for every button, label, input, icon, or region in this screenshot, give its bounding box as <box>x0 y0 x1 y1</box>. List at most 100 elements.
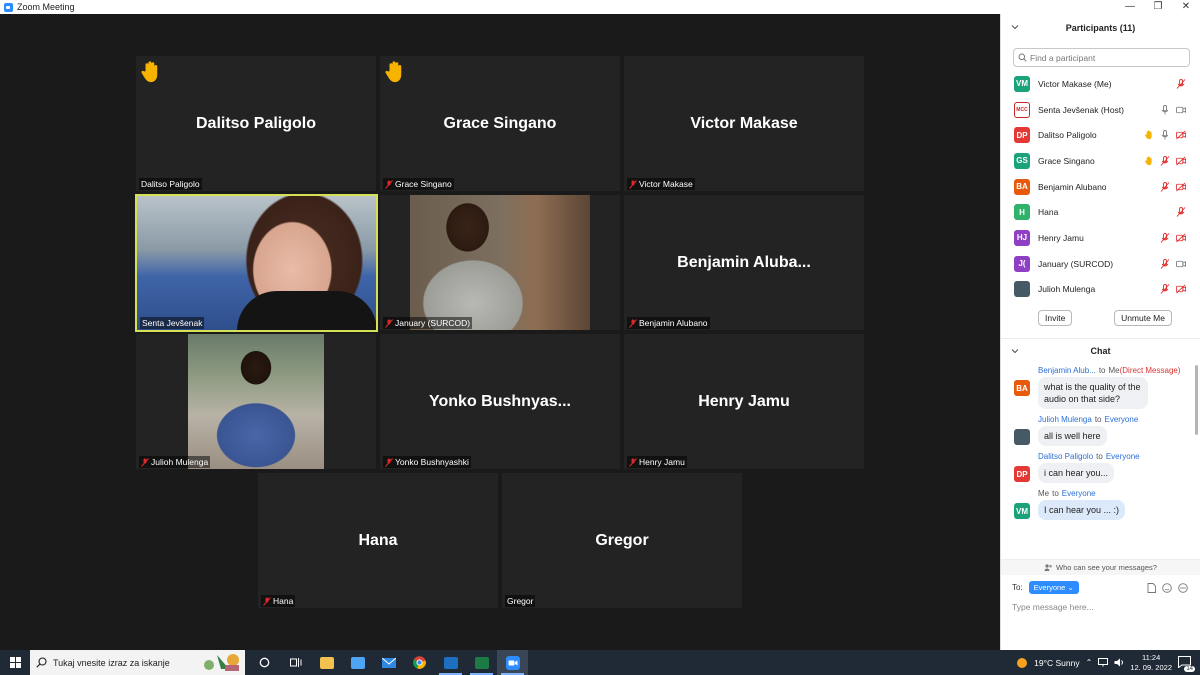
participant-name: Yonko Bushnyas... <box>429 392 571 410</box>
message-bubble[interactable]: all is well here <box>1038 426 1107 447</box>
participant-row[interactable]: DP Dalitso Paligolo <box>1001 122 1200 148</box>
camera-off-icon[interactable] <box>1176 156 1186 166</box>
video-tile[interactable]: Victor Makase Victor Makase <box>624 56 864 191</box>
recipient-dropdown[interactable]: Everyone ⌄ <box>1028 581 1079 595</box>
sender-name[interactable]: Julioh Mulenga <box>1038 415 1092 424</box>
video-tile[interactable]: Henry Jamu Henry Jamu <box>624 334 864 469</box>
chevron-down-icon[interactable] <box>1011 23 1019 31</box>
video-tile[interactable]: Hana Hana <box>258 473 498 608</box>
tray-chevron-up-icon[interactable]: ⌃ <box>1086 658 1093 667</box>
emoji-icon[interactable] <box>1162 582 1172 593</box>
taskbar-apps <box>249 650 528 675</box>
avatar: VM <box>1014 75 1030 92</box>
avatar: J( <box>1014 255 1030 272</box>
tile-label: January (SURCOD) <box>383 317 473 329</box>
participant-row[interactable]: BA Benjamin Alubano <box>1001 174 1200 200</box>
camera-off-icon[interactable] <box>1176 182 1186 192</box>
chrome-button[interactable] <box>404 650 435 675</box>
video-tile[interactable]: Benjamin Aluba... Benjamin Alubano <box>624 195 864 330</box>
muted-mic-icon[interactable] <box>1160 284 1170 295</box>
video-tile[interactable]: Julioh Mulenga <box>136 334 376 469</box>
participant-name: Julioh Mulenga <box>1038 284 1096 295</box>
participant-row[interactable]: GS Grace Singano <box>1001 148 1200 174</box>
clock[interactable]: 11:24 12. 09. 2022 <box>1130 653 1172 673</box>
store-button[interactable] <box>342 650 373 675</box>
sender-name[interactable]: Benjamin Alub... <box>1038 366 1096 375</box>
video-tile[interactable]: Dalitso Paligolo Dalitso Paligolo <box>136 56 376 191</box>
participant-row[interactable]: H Hana <box>1001 199 1200 225</box>
camera-off-icon[interactable] <box>1176 284 1186 294</box>
side-panel: Participants (11) Find a participant VM V… <box>1000 14 1200 650</box>
muted-mic-icon[interactable] <box>1176 78 1186 89</box>
outlook-button[interactable] <box>435 650 466 675</box>
file-explorer-button[interactable] <box>311 650 342 675</box>
participant-row[interactable]: HJ Henry Jamu <box>1001 225 1200 251</box>
chat-message: Julioh Mulenga to Everyone all is well here <box>1001 415 1200 447</box>
chat-message: Dalitso Paligolo to Everyone DP i can hear y… <box>1001 452 1200 484</box>
sender-name[interactable]: Dalitso Paligolo <box>1038 452 1093 461</box>
participant-row[interactable]: VM Victor Makase (Me) <box>1001 71 1200 97</box>
close-button[interactable]: ✕ <box>1172 0 1200 14</box>
sun-weather-icon <box>1017 657 1028 668</box>
participant-video <box>137 196 376 330</box>
file-icon[interactable] <box>1147 582 1156 593</box>
avatar: DP <box>1014 127 1030 144</box>
message-bubble[interactable]: i can hear you... <box>1038 463 1115 484</box>
participant-name: Henry Jamu <box>698 392 790 410</box>
video-tile-active-speaker[interactable]: Senta Jevšenak <box>135 194 378 332</box>
network-icon[interactable] <box>1098 658 1109 667</box>
mic-icon[interactable] <box>1160 104 1170 115</box>
mail-button[interactable] <box>373 650 404 675</box>
system-tray: 19°C Sunny ⌃ 11:24 12. 09. 2022 14 <box>1016 650 1200 675</box>
muted-mic-icon <box>385 179 393 189</box>
who-can-see-messages[interactable]: Who can see your messages? <box>1001 559 1200 576</box>
tile-label: Gregor <box>505 595 536 607</box>
date: 12. 09. 2022 <box>1130 662 1172 672</box>
participant-search-input[interactable]: Find a participant <box>1013 48 1190 67</box>
weather-text[interactable]: 19°C Sunny <box>1034 658 1079 668</box>
raised-hand-icon <box>141 61 158 83</box>
camera-off-icon[interactable] <box>1176 233 1186 243</box>
chat-scrollbar[interactable] <box>1195 365 1198 436</box>
excel-button[interactable] <box>466 650 497 675</box>
task-view-button[interactable] <box>280 650 311 675</box>
muted-mic-icon[interactable] <box>1176 207 1186 218</box>
sender-name[interactable]: Me <box>1038 489 1049 498</box>
video-tile[interactable]: Grace Singano Grace Singano <box>380 56 620 191</box>
participant-actions: Invite Unmute Me <box>1001 302 1200 336</box>
video-tile[interactable]: January (SURCOD) <box>380 195 620 330</box>
chat-message-input[interactable]: Type message here... <box>1001 594 1200 620</box>
notification-center-button[interactable]: 14 <box>1178 655 1195 672</box>
muted-mic-icon[interactable] <box>1160 181 1170 192</box>
taskbar-search-box[interactable]: Tukaj vnesite izraz za iskanje <box>30 650 245 675</box>
message-bubble[interactable]: I can hear you ... :) <box>1038 500 1126 521</box>
tile-label: Hana <box>261 595 296 607</box>
minimize-button[interactable]: — <box>1116 0 1144 14</box>
muted-mic-icon[interactable] <box>1160 155 1170 166</box>
participant-row[interactable]: MCC Senta Jevšenak (Host) <box>1001 97 1200 123</box>
to-word: to <box>1098 366 1106 376</box>
muted-mic-icon[interactable] <box>1160 233 1170 243</box>
zoom-taskbar-button[interactable] <box>497 650 528 675</box>
video-tile[interactable]: Yonko Bushnyas... Yonko Bushnyashki <box>380 334 620 469</box>
volume-icon[interactable] <box>1114 658 1124 667</box>
muted-mic-icon[interactable] <box>1160 258 1170 269</box>
mic-icon[interactable] <box>1160 130 1170 140</box>
camera-icon[interactable] <box>1176 259 1186 269</box>
unmute-me-button[interactable]: Unmute Me <box>1114 310 1172 327</box>
chevron-down-icon[interactable] <box>1011 347 1019 355</box>
video-tile[interactable]: Gregor Gregor <box>502 473 742 608</box>
camera-icon[interactable] <box>1176 105 1186 115</box>
start-button[interactable] <box>0 650 30 675</box>
participant-row[interactable]: Julioh Mulenga <box>1001 277 1200 303</box>
cortana-button[interactable] <box>249 650 280 675</box>
invite-button[interactable]: Invite <box>1038 310 1073 327</box>
window-controls: — ❐ ✕ <box>1116 0 1200 14</box>
camera-off-icon[interactable] <box>1176 130 1186 140</box>
chat-messages[interactable]: Benjamin Alub... to Me(Direct Message) BA wh… <box>1001 363 1200 559</box>
avatar: GS <box>1014 152 1030 169</box>
maximize-button[interactable]: ❐ <box>1144 0 1172 14</box>
participant-row[interactable]: J(January (SURCOD) <box>1001 251 1200 277</box>
more-options-icon[interactable] <box>1178 582 1188 593</box>
message-bubble[interactable]: what is the quality of the audio on that… <box>1038 377 1148 410</box>
